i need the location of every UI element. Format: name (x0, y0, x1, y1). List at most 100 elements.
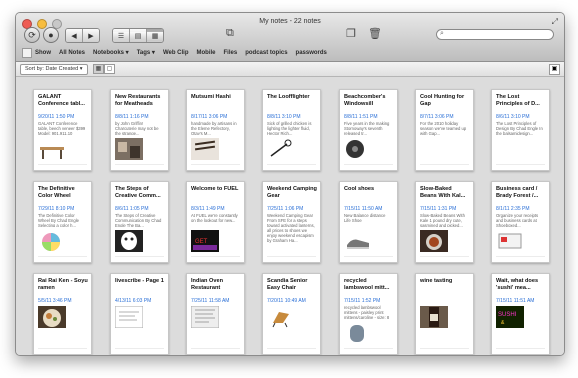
notes-grid: GALANT Conference tabl... 9/20/11 1:50 PM… (16, 77, 564, 355)
note-card[interactable]: Weekend Camping Gear 7/25/11 1:06 PM Weeke… (262, 181, 321, 263)
note-thumbnail: SUSHI& (496, 306, 524, 328)
card-divider (191, 348, 240, 349)
note-card[interactable]: The Loofflighter 8/8/11 3:10 PM Sick of gr… (262, 89, 321, 171)
card-divider (420, 256, 469, 257)
card-divider (267, 164, 316, 165)
note-card[interactable]: Rai Rai Ken - Soyu ramen 5/5/11 3:46 PM (33, 273, 92, 355)
note-title: Welcome to FUEL (191, 186, 239, 192)
note-card[interactable]: recycled lambswool mitt... 7/15/11 1:52 P… (339, 273, 398, 355)
note-info-button[interactable]: ▣ (549, 64, 560, 75)
filter-bar: Sort by: Date Created ▾ ▦ ▢ ▣ (16, 62, 564, 77)
note-thumbnail (344, 230, 372, 252)
note-card[interactable]: The Lost Principles of D... 8/6/11 3:10 P… (491, 89, 550, 171)
grid-view-icon: ▦ (147, 31, 163, 40)
note-date: 8/6/11 3:10 PM (496, 114, 530, 120)
note-card[interactable]: Wait, what does 'sushi' mea... 7/15/11 11… (491, 273, 550, 355)
sort-label: Sort by: Date Created (25, 66, 79, 72)
card-divider (191, 256, 240, 257)
note-card[interactable]: New Restaurants for Meatheads 8/8/11 1:16… (110, 89, 169, 171)
note-card[interactable]: livescribe - Page 1 4/13/11 6:03 PM (110, 273, 169, 355)
note-card[interactable]: wine tasting (415, 273, 474, 355)
note-date: 8/1/11 2:35 PM (496, 206, 530, 212)
note-thumbnail (115, 230, 143, 252)
note-card[interactable]: GALANT Conference tabl... 9/20/11 1:50 PM… (33, 89, 92, 171)
shortcut-web-clip[interactable]: Web Clip (163, 50, 189, 56)
list-view-button[interactable]: ☰ (113, 29, 130, 42)
search-input[interactable]: ⌕ (436, 29, 554, 40)
back-button[interactable]: ◀ (66, 29, 83, 42)
shortcut-podcast-topics[interactable]: podcast topics (245, 50, 287, 56)
shortcut-all-notes[interactable]: All Notes (59, 50, 85, 56)
card-divider (420, 164, 469, 165)
note-snippet: GALANT Conference table, beech veneer $3… (38, 121, 86, 135)
info-icon: ▣ (551, 66, 558, 72)
sort-dropdown[interactable]: Sort by: Date Created ▾ (20, 64, 88, 75)
note-card[interactable]: Scandia Senior Easy Chair 7/20/11 10:49 A… (262, 273, 321, 355)
note-snippet: Organize your receipts and business card… (496, 213, 539, 227)
shortcut-notebooks[interactable]: Notebooks ▾ (93, 49, 129, 56)
note-thumbnail (38, 306, 66, 328)
note-title: Rai Rai Ken - Soyu ramen (38, 278, 88, 291)
note-title: GALANT Conference tabl... (38, 94, 85, 107)
split-view-button[interactable]: ▤ (130, 29, 147, 42)
sync-button[interactable]: ⟳ (24, 27, 40, 43)
small-thumbnails-button[interactable]: ▦ (93, 64, 104, 74)
note-card[interactable]: Business card / Brady Forest /... 8/1/11 … (491, 181, 550, 263)
note-title: Beachcomber's Windowsill (344, 94, 386, 107)
forward-button[interactable]: ▶ (83, 29, 99, 42)
note-date: 7/25/11 1:06 PM (267, 206, 304, 212)
note-title: Cool shoes (344, 186, 375, 192)
shortcut-tags[interactable]: Tags ▾ (137, 49, 155, 56)
card-divider (38, 348, 87, 349)
large-thumbnails-button[interactable]: ▢ (104, 64, 115, 74)
note-date: 8/7/11 3:06 PM (420, 114, 454, 120)
note-snippet: recycled lambswool mittens - paisley pri… (344, 305, 390, 319)
trash-icon[interactable]: 🗑 (368, 27, 382, 40)
note-card[interactable]: Indian Oven Restaurant 7/25/11 11:58 AM (186, 273, 245, 355)
note-card[interactable]: Welcome to FUEL 8/3/11 1:49 PM At FUEL we'… (186, 181, 245, 263)
note-card[interactable]: Slow-Baked Beans With Kal... 7/15/11 1:31… (415, 181, 474, 263)
note-date: 8/6/11 1:05 PM (115, 206, 149, 212)
show-sidebar-icon[interactable] (22, 47, 32, 58)
note-thumbnail (420, 230, 448, 252)
note-thumbnail (191, 138, 219, 160)
fullscreen-icon[interactable]: ⤢ (552, 17, 558, 27)
shortcut-show[interactable]: Show (35, 50, 51, 56)
note-card[interactable]: Beachcomber's Windowsill 8/8/11 1:51 PM Fi… (339, 89, 398, 171)
sync-icon: ⟳ (28, 29, 36, 40)
note-snippet: Five years in the making Stornoway's sev… (344, 121, 390, 135)
note-thumbnail (115, 306, 143, 328)
note-card[interactable]: Mutsumi Hashi 8/17/11 3:06 PM handmade by … (186, 89, 245, 171)
note-card[interactable]: Cool Hunting for Gap 8/7/11 3:06 PM For th… (415, 89, 474, 171)
note-snippet: Weekend Camping Gear From SFE for a step… (267, 213, 315, 243)
back-forward-control: ◀ ▶ (65, 28, 100, 43)
shortcut-mobile[interactable]: Mobile (197, 50, 216, 56)
window-title: My notes - 22 notes (259, 18, 321, 25)
note-title: Slow-Baked Beans With Kal... (420, 186, 466, 199)
card-divider (344, 256, 393, 257)
shortcuts-bar: Show All Notes Notebooks ▾ Tags ▾ Web Cl… (16, 44, 564, 61)
note-date: 7/15/11 11:50 AM (344, 206, 383, 212)
share-icon[interactable]: ⧉ (226, 27, 234, 40)
note-thumbnail (420, 306, 448, 328)
note-date: 8/8/11 1:16 PM (115, 114, 149, 120)
note-snippet: At FUEL we're constantly on the lookout … (191, 213, 238, 223)
chevron-down-icon: ▾ (79, 66, 83, 72)
new-note-icon[interactable]: ❐ (346, 27, 356, 40)
note-card[interactable]: Cool shoes 7/15/11 11:50 AM New Balance di… (339, 181, 398, 263)
card-divider (267, 348, 316, 349)
note-card[interactable]: The Definitive Color Wheel 7/29/11 8:10 P… (33, 181, 92, 263)
note-card[interactable]: The Steps of Creative Comm... 8/6/11 1:05… (110, 181, 169, 263)
card-divider (344, 348, 393, 349)
account-icon: ● (48, 30, 54, 40)
card-divider (38, 164, 87, 165)
note-thumbnail (496, 230, 524, 252)
note-date: 7/15/11 1:52 PM (344, 298, 381, 304)
account-button[interactable]: ● (43, 27, 59, 43)
note-date: 7/25/11 11:58 AM (191, 298, 230, 304)
card-divider (115, 348, 164, 349)
thumbnail-view-button[interactable]: ▦ (147, 29, 163, 42)
shortcut-passwords[interactable]: passwords (296, 50, 327, 56)
note-date: 5/5/11 3:46 PM (38, 298, 72, 304)
shortcut-files[interactable]: Files (224, 50, 238, 56)
